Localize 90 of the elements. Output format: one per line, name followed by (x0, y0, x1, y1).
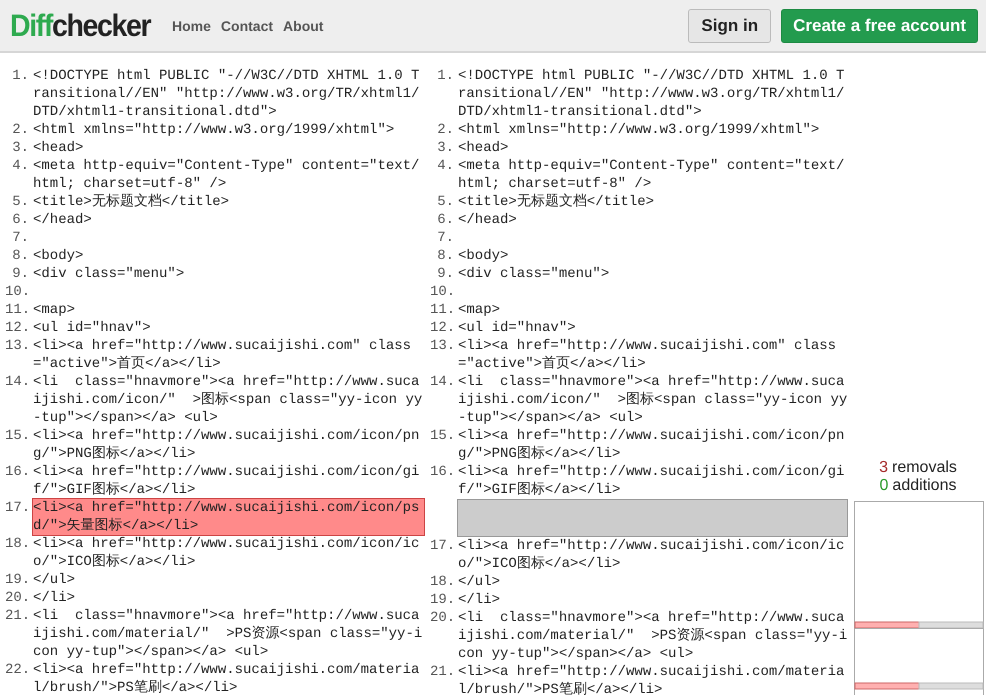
addition-label: additions (892, 477, 956, 495)
code-line: <li><a href="http://www.sucaijishi.com/icon/png/">PNG图标</a></li> (458, 427, 846, 463)
line-number: 15. (5, 427, 29, 446)
code-line: <title>无标题文档</title> (458, 193, 656, 211)
code-line: <li class="hnavmore"><a href="http://www.sucaijishi.com/material/" >PS资源<span class="yy-icon yy-tup"></span></a> <ul> (33, 607, 424, 661)
line-number: 10. (5, 283, 29, 301)
code-line: </head> (33, 211, 93, 229)
code-line: <ul id="hnav"> (33, 319, 152, 337)
code-line: <li><a href="http://www.sucaijishi.com/icon/ico/">ICO图标</a></li> (458, 537, 846, 573)
code-line: <!DOCTYPE html PUBLIC "-//W3C//DTD XHTML 1.0 Transitional//EN" "http://www.w3.org/TR/xhtml1/DTD/xhtml1-transitional.dtd"> (458, 67, 846, 121)
line-number: 18. (430, 573, 454, 591)
line-number: 12. (5, 319, 29, 337)
create-account-button[interactable]: Create a free account (781, 8, 978, 42)
code-line: <body> (458, 247, 510, 265)
code-line: </ul> (458, 573, 502, 591)
line-number: 15. (430, 427, 454, 446)
code-line: <ul id="hnav"> (458, 319, 577, 337)
code-line: <title>无标题文档</title> (33, 193, 230, 211)
code-line: <li><a href="http://www.sucaijishi.com/icon/ico/">ICO图标</a></li> (33, 535, 420, 571)
code-line: </ul> (33, 571, 76, 589)
line-number: 11. (430, 301, 454, 319)
code-line: <li><a href="http://www.sucaijishi.com/icon/gif/">GIF图标</a></li> (458, 463, 846, 499)
line-number: 18. (5, 535, 29, 554)
line-number: 5. (11, 193, 29, 211)
line-number: 14. (5, 373, 29, 392)
sign-in-button[interactable]: Sign in (688, 8, 772, 42)
line-number: 16. (430, 463, 454, 482)
line-number: 1. (11, 67, 29, 86)
code-line: <map> (33, 301, 76, 319)
line-number: 12. (430, 319, 454, 337)
nav-link[interactable]: Contact (220, 18, 274, 34)
code-line: <!DOCTYPE html PUBLIC "-//W3C//DTD XHTML 1.0 Transitional//EN" "http://www.w3.org/TR/xhtml1/DTD/xhtml1-transitional.dtd"> (33, 67, 420, 121)
code-line: <body> (33, 247, 84, 265)
line-number: 21. (430, 663, 454, 682)
nav-link[interactable]: About (283, 18, 324, 34)
line-number: 9. (436, 265, 454, 283)
code-line: <li><a href="http://www.sucaijishi.com/material/brush/">PS笔刷</a></li> (33, 661, 420, 695)
code-line: <meta http-equiv="Content-Type" content="text/html; charset=utf-8" /> (33, 157, 420, 193)
code-line: <html xmlns="http://www.w3.org/1999/xhtml"> (458, 121, 820, 139)
line-number: 6. (436, 211, 454, 229)
line-number: 8. (11, 247, 29, 265)
code-line: <map> (458, 301, 502, 319)
line-number: 14. (430, 373, 454, 392)
line-number: 20. (430, 609, 454, 628)
code-line: <li><a href="http://www.sucaijishi.com/material/brush/">PS笔刷</a></li> (458, 663, 846, 695)
line-number: 9. (11, 265, 29, 283)
line-number: 16. (5, 463, 29, 482)
line-number: 5. (436, 193, 454, 211)
addition-count: 0 (880, 477, 888, 495)
nav-link[interactable]: Home (172, 18, 211, 34)
line-number: 3. (436, 139, 454, 157)
code-line: <head> (458, 139, 510, 157)
code-line: <html xmlns="http://www.w3.org/1999/xhtml"> (33, 121, 396, 139)
line-number: 2. (11, 121, 29, 139)
line-number: 13. (5, 337, 29, 356)
line-number: 6. (11, 211, 29, 229)
code-line: </li> (33, 589, 76, 607)
line-number: 20. (5, 589, 29, 607)
removal-count: 3 (879, 459, 888, 477)
line-number: 13. (430, 337, 454, 356)
code-line: <li><a href="http://www.sucaijishi.com/icon/png/">PNG图标</a></li> (33, 427, 420, 463)
line-number: 21. (5, 607, 29, 626)
line-number: 2. (436, 121, 454, 139)
line-number: 7. (11, 229, 29, 247)
code-line: <meta http-equiv="Content-Type" content="text/html; charset=utf-8" /> (458, 157, 846, 193)
line-number: 4. (11, 157, 29, 176)
code-line: <div class="menu"> (33, 265, 186, 283)
code-line: <div class="menu"> (458, 265, 610, 283)
line-number: 19. (5, 571, 29, 589)
line-number: 1. (436, 67, 454, 86)
line-number: 3. (11, 139, 29, 157)
code-line: <li><a href="http://www.sucaijishi.com/icon/gif/">GIF图标</a></li> (33, 463, 420, 499)
code-line: <li class="hnavmore"><a href="http://www.sucaijishi.com/material/" >PS资源<span class="yy-icon yy-tup"></span></a> <ul> (458, 609, 848, 663)
line-number: 19. (430, 591, 454, 609)
line-number: 7. (436, 229, 454, 247)
code-line: </head> (458, 211, 518, 229)
code-line: <li class="hnavmore"><a href="http://www.sucaijishi.com/icon/" >图标<span class="yy-icon yy-tup"></span></a> <ul> (33, 373, 424, 427)
code-line: <li><a href="http://www.sucaijishi.com" class="active">首页</a></li> (458, 337, 838, 373)
code-line: <head> (33, 139, 84, 157)
line-number: 10. (430, 283, 454, 301)
code-line: <li class="hnavmore"><a href="http://www.sucaijishi.com/icon/" >图标<span class="yy-icon yy-tup"></span></a> <ul> (458, 373, 848, 427)
line-number: 4. (436, 157, 454, 176)
line-number: 11. (5, 301, 29, 319)
code-line: <li><a href="http://www.sucaijishi.com" class="active">首页</a></li> (33, 337, 412, 373)
line-number: 8. (436, 247, 454, 265)
line-number: 17. (430, 537, 454, 556)
line-number: 17. (5, 499, 29, 518)
removal-label: removals (892, 459, 957, 477)
code-line: </li> (458, 591, 502, 609)
line-number: 22. (5, 661, 29, 680)
